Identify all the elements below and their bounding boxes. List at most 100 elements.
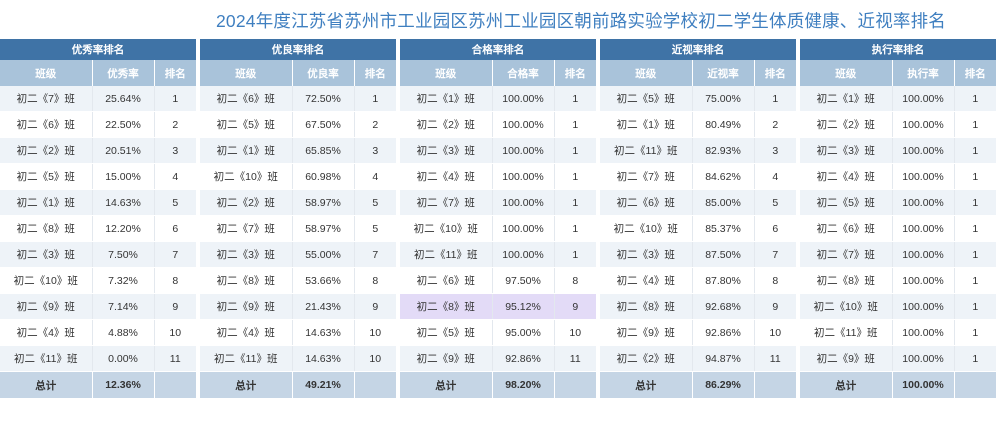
column-header-rate[interactable]: 优良率 [292,60,355,86]
column-header-rank[interactable]: 排名 [954,60,996,86]
table-row[interactable]: 初二《11》班 0.00% 11 [0,345,196,372]
rank-cell: 1 [354,86,396,112]
column-header-class[interactable]: 班级 [400,60,493,86]
panel-header: 合格率排名 [400,39,596,60]
table-row[interactable]: 初二《2》班 100.00% 1 [400,111,596,138]
table-row[interactable]: 初二《9》班 21.43% 9 [200,293,396,320]
table-row[interactable]: 初二《7》班 58.97% 5 [200,215,396,242]
table-row[interactable]: 初二《1》班 100.00% 1 [400,86,596,112]
table-row[interactable]: 初二《3》班 100.00% 1 [400,137,596,164]
table-row[interactable]: 初二《1》班 14.63% 5 [0,189,196,216]
rank-cell: 4 [154,163,196,190]
column-header-rate[interactable]: 执行率 [892,60,955,86]
table-row[interactable]: 初二《3》班 100.00% 1 [800,137,996,164]
table-row[interactable]: 初二《4》班 4.88% 10 [0,319,196,346]
table-row[interactable]: 初二《11》班 100.00% 1 [400,241,596,268]
rank-cell: 1 [954,86,996,112]
table-row[interactable]: 初二《1》班 80.49% 2 [600,111,796,138]
class-cell: 初二《8》班 [200,267,293,294]
table-row[interactable]: 初二《8》班 12.20% 6 [0,215,196,242]
table-row[interactable]: 初二《7》班 25.64% 1 [0,86,196,112]
column-header-rank[interactable]: 排名 [154,60,196,86]
class-cell: 初二《3》班 [600,241,693,268]
table-row[interactable]: 初二《7》班 100.00% 1 [400,189,596,216]
table-row[interactable]: 初二《8》班 100.00% 1 [800,267,996,294]
table-row[interactable]: 初二《6》班 22.50% 2 [0,111,196,138]
table-row[interactable]: 初二《10》班 7.32% 8 [0,267,196,294]
rank-cell: 10 [354,319,396,346]
column-header-rank[interactable]: 排名 [354,60,396,86]
column-header-class[interactable]: 班级 [600,60,693,86]
total-label: 总计 [400,371,493,398]
table-row[interactable]: 初二《2》班 58.97% 5 [200,189,396,216]
table-row[interactable]: 初二《11》班 82.93% 3 [600,137,796,164]
column-header-class[interactable]: 班级 [800,60,893,86]
table-row[interactable]: 初二《7》班 100.00% 1 [800,241,996,268]
table-row[interactable]: 初二《6》班 97.50% 8 [400,267,596,294]
table-row[interactable]: 初二《5》班 15.00% 4 [0,163,196,190]
total-row: 总计 100.00% [800,371,996,398]
total-label: 总计 [600,371,693,398]
table-row[interactable]: 初二《6》班 72.50% 1 [200,86,396,112]
table-row[interactable]: 初二《8》班 95.12% 9 [400,293,596,320]
table-row[interactable]: 初二《10》班 100.00% 1 [800,293,996,320]
table-row[interactable]: 初二《5》班 100.00% 1 [800,189,996,216]
column-header-rank[interactable]: 排名 [754,60,796,86]
class-cell: 初二《9》班 [800,345,893,372]
table-row[interactable]: 初二《2》班 94.87% 11 [600,345,796,372]
ranking-table: 近视率排名 班级 近视率 排名 初二《5》班 75.00% 1 初二《1》班 80.49% 2 初二… [600,39,796,398]
class-cell: 初二《1》班 [0,189,93,216]
table-row[interactable]: 初二《2》班 100.00% 1 [800,111,996,138]
column-header-class[interactable]: 班级 [0,60,93,86]
table-row[interactable]: 初二《3》班 87.50% 7 [600,241,796,268]
rate-cell: 100.00% [492,163,555,190]
table-row[interactable]: 初二《3》班 55.00% 7 [200,241,396,268]
table-row[interactable]: 初二《1》班 65.85% 3 [200,137,396,164]
table-row[interactable]: 初二《10》班 85.37% 6 [600,215,796,242]
table-row[interactable]: 初二《5》班 67.50% 2 [200,111,396,138]
class-cell: 初二《11》班 [800,319,893,346]
table-row[interactable]: 初二《11》班 14.63% 10 [200,345,396,372]
table-row[interactable]: 初二《11》班 100.00% 1 [800,319,996,346]
column-header-rate[interactable]: 合格率 [492,60,555,86]
table-row[interactable]: 初二《3》班 7.50% 7 [0,241,196,268]
table-row[interactable]: 初二《5》班 95.00% 10 [400,319,596,346]
table-row[interactable]: 初二《9》班 92.86% 10 [600,319,796,346]
rank-cell: 1 [154,86,196,112]
class-cell: 初二《1》班 [200,137,293,164]
rank-cell: 1 [554,241,596,268]
rank-cell: 1 [754,86,796,112]
table-row[interactable]: 初二《8》班 53.66% 8 [200,267,396,294]
class-cell: 初二《1》班 [600,111,693,138]
table-row[interactable]: 初二《6》班 100.00% 1 [800,215,996,242]
table-row[interactable]: 初二《9》班 100.00% 1 [800,345,996,372]
class-cell: 初二《11》班 [600,137,693,164]
table-row[interactable]: 初二《7》班 84.62% 4 [600,163,796,190]
table-row[interactable]: 初二《4》班 100.00% 1 [800,163,996,190]
column-header-class[interactable]: 班级 [200,60,293,86]
rank-cell: 1 [954,215,996,242]
table-row[interactable]: 初二《9》班 7.14% 9 [0,293,196,320]
table-row[interactable]: 初二《9》班 92.86% 11 [400,345,596,372]
rank-cell: 5 [154,189,196,216]
class-cell: 初二《4》班 [200,319,293,346]
column-header-rank[interactable]: 排名 [554,60,596,86]
table-row[interactable]: 初二《10》班 100.00% 1 [400,215,596,242]
table-row[interactable]: 初二《4》班 14.63% 10 [200,319,396,346]
table-row[interactable]: 初二《10》班 60.98% 4 [200,163,396,190]
table-row[interactable]: 初二《8》班 92.68% 9 [600,293,796,320]
table-row[interactable]: 初二《2》班 20.51% 3 [0,137,196,164]
column-header-rate[interactable]: 优秀率 [92,60,155,86]
table-row[interactable]: 初二《4》班 100.00% 1 [400,163,596,190]
rank-cell: 1 [954,111,996,138]
table-row[interactable]: 初二《5》班 75.00% 1 [600,86,796,112]
table-row[interactable]: 初二《1》班 100.00% 1 [800,86,996,112]
rate-cell: 14.63% [292,345,355,372]
column-header-rate[interactable]: 近视率 [692,60,755,86]
table-row[interactable]: 初二《6》班 85.00% 5 [600,189,796,216]
table-row[interactable]: 初二《4》班 87.80% 8 [600,267,796,294]
rank-cell: 1 [954,241,996,268]
rate-cell: 100.00% [892,86,955,112]
rate-cell: 87.80% [692,267,755,294]
class-cell: 初二《3》班 [200,241,293,268]
